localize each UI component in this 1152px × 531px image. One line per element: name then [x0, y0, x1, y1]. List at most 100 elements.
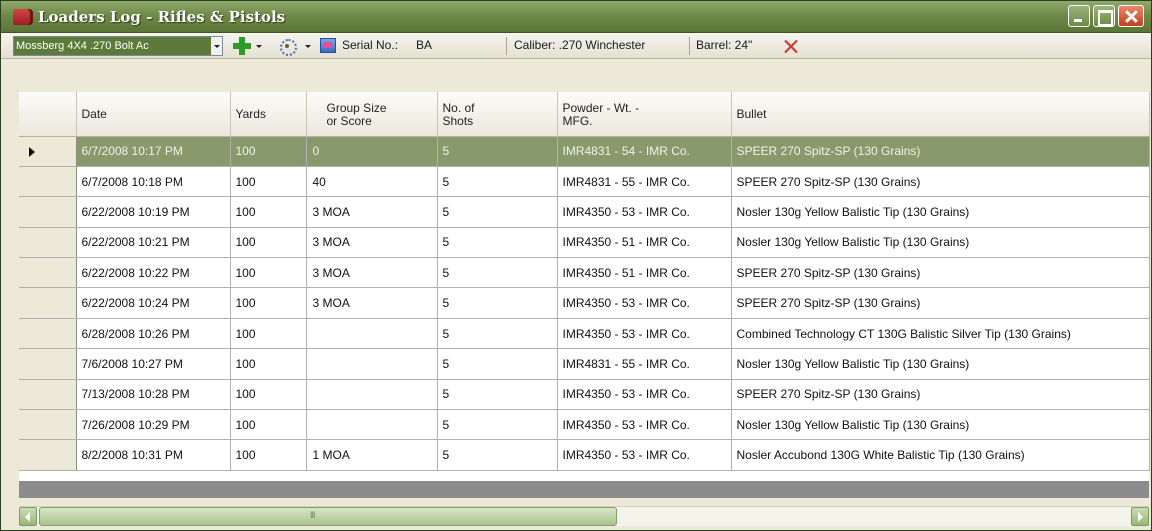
cell-group[interactable]: 1 MOA	[306, 439, 438, 471]
cell-powder[interactable]: IMR4350 - 53 - IMR Co.	[557, 409, 732, 441]
row-header[interactable]	[19, 348, 77, 380]
cell-powder[interactable]: IMR4831 - 55 - IMR Co.	[557, 166, 732, 198]
close-button[interactable]	[1118, 5, 1144, 27]
cell-powder[interactable]: IMR4831 - 55 - IMR Co.	[557, 348, 732, 380]
cell-shots[interactable]: 5	[437, 136, 558, 167]
cell-powder[interactable]: IMR4350 - 53 - IMR Co.	[557, 379, 732, 411]
column-header-group-size[interactable]: Group Size or Score	[306, 92, 438, 137]
cell-yards[interactable]: 100	[230, 257, 307, 289]
cell-date[interactable]: 6/7/2008 10:17 PM	[76, 136, 231, 167]
title-bar[interactable]: Loaders Log - Rifles & Pistols	[1, 1, 1151, 33]
cell-yards[interactable]: 100	[230, 318, 307, 350]
column-header-bullet[interactable]: Bullet	[731, 92, 1150, 137]
target-icon[interactable]	[277, 37, 297, 56]
table-row[interactable]: 7/26/2008 10:29 PM 100 5 IMR4350 - 53 - IMR…	[19, 409, 1150, 441]
table-row[interactable]: 6/22/2008 10:19 PM 100 3 MOA 5 IMR4350 - 53 …	[19, 196, 1150, 228]
table-row[interactable]: 6/22/2008 10:24 PM 100 3 MOA 5 IMR4350 - 53 …	[19, 287, 1150, 319]
cell-group[interactable]	[306, 379, 438, 411]
cell-group[interactable]: 3 MOA	[306, 287, 438, 319]
cell-group[interactable]: 40	[306, 166, 438, 198]
cell-yards[interactable]: 100	[230, 166, 307, 198]
table-row[interactable]: 6/7/2008 10:18 PM 100 40 5 IMR4831 - 55 - IM…	[19, 166, 1150, 198]
add-dropdown-chevron-icon[interactable]	[253, 37, 262, 55]
cell-shots[interactable]: 5	[437, 257, 558, 289]
chevron-down-icon[interactable]	[211, 37, 222, 55]
cell-bullet[interactable]: SPEER 270 Spitz-SP (130 Grains)	[731, 136, 1150, 167]
cell-yards[interactable]: 100	[230, 409, 307, 441]
cell-yards[interactable]: 100	[230, 379, 307, 411]
table-row[interactable]: 8/2/2008 10:31 PM 100 1 MOA 5 IMR4350 - 53 -…	[19, 439, 1150, 471]
cell-shots[interactable]: 5	[437, 409, 558, 441]
add-icon[interactable]	[233, 37, 251, 55]
cell-yards[interactable]: 100	[230, 196, 307, 228]
cell-shots[interactable]: 5	[437, 439, 558, 471]
column-header-powder[interactable]: Powder - Wt. - MFG.	[557, 92, 732, 137]
table-row[interactable]: 6/7/2008 10:17 PM 100 0 5 IMR4831 - 54 - IMR…	[19, 136, 1150, 167]
cell-yards[interactable]: 100	[230, 136, 307, 167]
table-row[interactable]: 6/28/2008 10:26 PM 100 5 IMR4350 - 53 - IMR…	[19, 318, 1150, 350]
cell-powder[interactable]: IMR4350 - 51 - IMR Co.	[557, 227, 732, 259]
row-header[interactable]	[19, 227, 77, 259]
table-row[interactable]: 7/13/2008 10:28 PM 100 5 IMR4350 - 53 - IMR…	[19, 379, 1150, 411]
cell-powder[interactable]: IMR4350 - 51 - IMR Co.	[557, 257, 732, 289]
cell-powder[interactable]: IMR4350 - 53 - IMR Co.	[557, 287, 732, 319]
scroll-left-icon[interactable]	[19, 507, 37, 526]
cell-group[interactable]: 0	[306, 136, 438, 167]
cell-group[interactable]: 3 MOA	[306, 227, 438, 259]
minimize-button[interactable]	[1068, 5, 1090, 27]
cell-powder[interactable]: IMR4831 - 54 - IMR Co.	[557, 136, 732, 167]
cell-date[interactable]: 7/6/2008 10:27 PM	[76, 348, 231, 380]
cell-date[interactable]: 6/22/2008 10:19 PM	[76, 196, 231, 228]
firearm-select[interactable]: Mossberg 4X4 .270 Bolt Ac	[13, 36, 223, 56]
cell-bullet[interactable]: SPEER 270 Spitz-SP (130 Grains)	[731, 257, 1150, 289]
cell-bullet[interactable]: Nosler 130g Yellow Balistic Tip (130 Gra…	[731, 409, 1150, 441]
cell-date[interactable]: 6/22/2008 10:24 PM	[76, 287, 231, 319]
row-header[interactable]	[19, 287, 77, 319]
cell-bullet[interactable]: SPEER 270 Spitz-SP (130 Grains)	[731, 287, 1150, 319]
cell-group[interactable]: 3 MOA	[306, 196, 438, 228]
cell-yards[interactable]: 100	[230, 348, 307, 380]
cell-bullet[interactable]: Nosler 130g Yellow Balistic Tip (130 Gra…	[731, 348, 1150, 380]
scroll-right-icon[interactable]	[1131, 507, 1149, 526]
column-header-shots[interactable]: No. of Shots	[437, 92, 558, 137]
row-header[interactable]	[19, 196, 77, 228]
row-header[interactable]	[19, 439, 77, 471]
cell-yards[interactable]: 100	[230, 227, 307, 259]
column-header-date[interactable]: Date	[76, 92, 231, 137]
cell-group[interactable]	[306, 348, 438, 380]
cell-shots[interactable]: 5	[437, 196, 558, 228]
maximize-button[interactable]	[1093, 5, 1115, 27]
cell-group[interactable]	[306, 409, 438, 441]
cell-yards[interactable]: 100	[230, 439, 307, 471]
row-header[interactable]	[19, 318, 77, 350]
target-dropdown-chevron-icon[interactable]	[302, 37, 311, 55]
cell-date[interactable]: 7/26/2008 10:29 PM	[76, 409, 231, 441]
cell-group[interactable]	[306, 318, 438, 350]
cell-bullet[interactable]: Nosler Accubond 130G White Balistic Tip …	[731, 439, 1150, 471]
cell-shots[interactable]: 5	[437, 379, 558, 411]
cell-date[interactable]: 6/28/2008 10:26 PM	[76, 318, 231, 350]
table-row[interactable]: 6/22/2008 10:22 PM 100 3 MOA 5 IMR4350 - 51 …	[19, 257, 1150, 289]
cell-shots[interactable]: 5	[437, 348, 558, 380]
scroll-thumb[interactable]	[39, 507, 617, 526]
horizontal-scrollbar[interactable]	[19, 506, 1149, 526]
row-header[interactable]	[19, 379, 77, 411]
cell-shots[interactable]: 5	[437, 166, 558, 198]
cell-date[interactable]: 8/2/2008 10:31 PM	[76, 439, 231, 471]
cell-bullet[interactable]: Nosler 130g Yellow Balistic Tip (130 Gra…	[731, 227, 1150, 259]
cell-bullet[interactable]: SPEER 270 Spitz-SP (130 Grains)	[731, 379, 1150, 411]
cell-date[interactable]: 6/22/2008 10:22 PM	[76, 257, 231, 289]
cell-yards[interactable]: 100	[230, 287, 307, 319]
cell-date[interactable]: 6/22/2008 10:21 PM	[76, 227, 231, 259]
delete-icon[interactable]	[782, 37, 800, 55]
cell-bullet[interactable]: SPEER 270 Spitz-SP (130 Grains)	[731, 166, 1150, 198]
cell-group[interactable]: 3 MOA	[306, 257, 438, 289]
table-row[interactable]: 6/22/2008 10:21 PM 100 3 MOA 5 IMR4350 - 51 …	[19, 227, 1150, 259]
table-row[interactable]: 7/6/2008 10:27 PM 100 5 IMR4831 - 55 - IMR …	[19, 348, 1150, 380]
row-header[interactable]	[19, 409, 77, 441]
row-header[interactable]	[19, 136, 77, 167]
cell-date[interactable]: 7/13/2008 10:28 PM	[76, 379, 231, 411]
cell-bullet[interactable]: Combined Technology CT 130G Balistic Sil…	[731, 318, 1150, 350]
row-header[interactable]	[19, 257, 77, 289]
cell-powder[interactable]: IMR4350 - 53 - IMR Co.	[557, 439, 732, 471]
